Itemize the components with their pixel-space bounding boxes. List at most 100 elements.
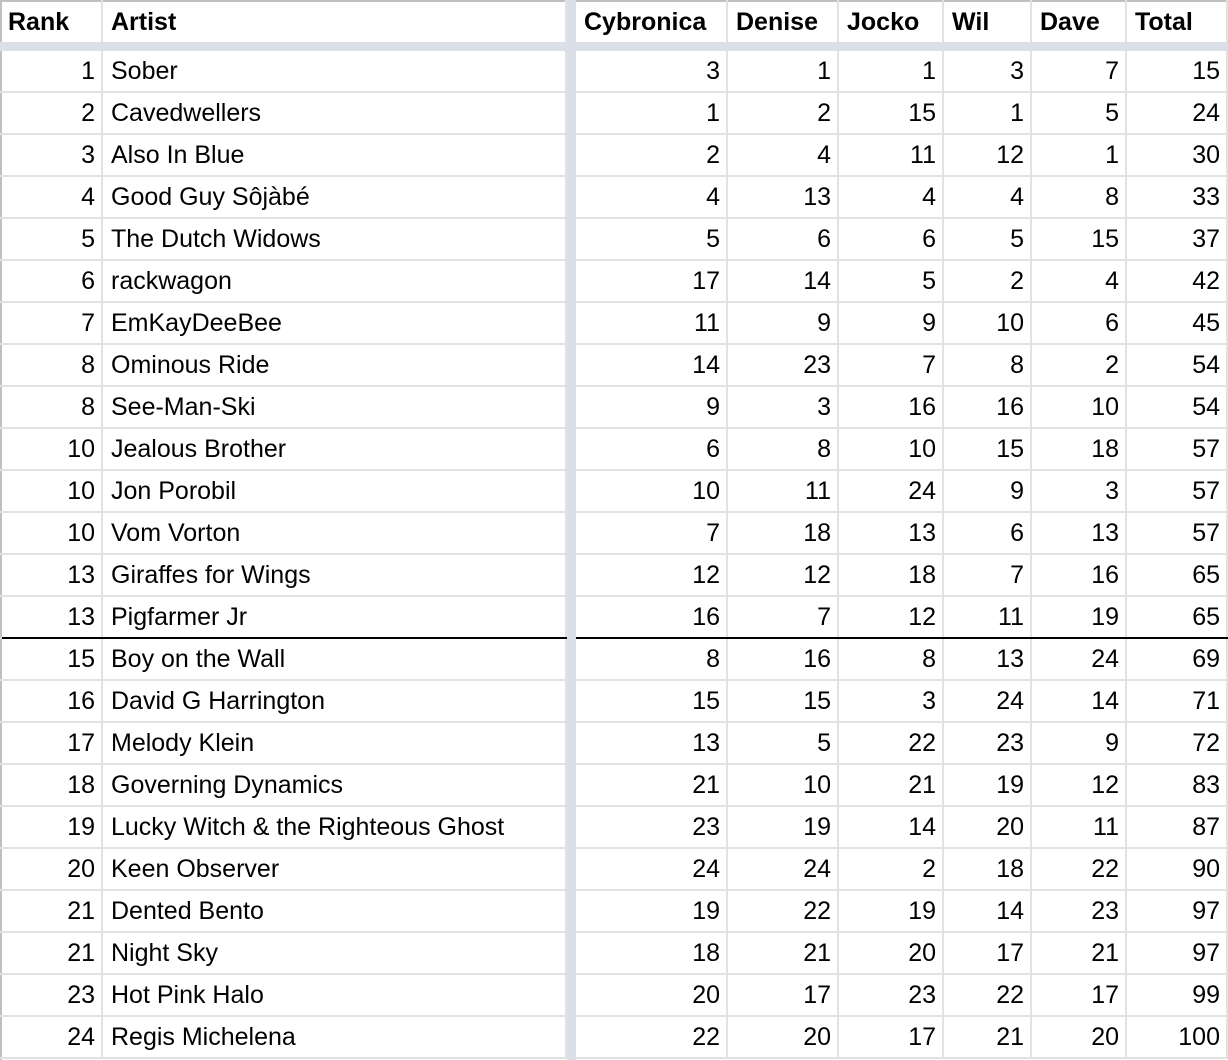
cell-denise[interactable]: 7 — [728, 597, 839, 639]
cell-dave[interactable]: 12 — [1032, 765, 1127, 807]
cell-rank[interactable]: 10 — [0, 513, 103, 555]
cell-dave[interactable]: 21 — [1032, 933, 1127, 975]
cell-jocko[interactable]: 12 — [839, 597, 944, 639]
cell-jocko[interactable]: 24 — [839, 471, 944, 513]
cell-denise[interactable]: 15 — [728, 681, 839, 723]
cell-total[interactable]: 71 — [1127, 681, 1228, 723]
cell-wil[interactable]: 2 — [944, 261, 1032, 303]
cell-jocko[interactable]: 5 — [839, 261, 944, 303]
cell-denise[interactable]: 16 — [728, 639, 839, 681]
cell-dave[interactable]: 9 — [1032, 723, 1127, 765]
cell-dave[interactable]: 15 — [1032, 219, 1127, 261]
cell-cybronica[interactable]: 8 — [576, 639, 728, 681]
cell-total[interactable]: 99 — [1127, 975, 1228, 1017]
cell-total[interactable]: 30 — [1127, 135, 1228, 177]
cell-denise[interactable]: 22 — [728, 891, 839, 933]
cell-rank[interactable]: 18 — [0, 765, 103, 807]
cell-rank[interactable]: 7 — [0, 303, 103, 345]
cell-rank[interactable]: 21 — [0, 933, 103, 975]
cell-wil[interactable]: 17 — [944, 933, 1032, 975]
cell-dave[interactable]: 20 — [1032, 1017, 1127, 1059]
cell-cybronica[interactable]: 12 — [576, 555, 728, 597]
cell-wil[interactable]: 5 — [944, 219, 1032, 261]
cell-jocko[interactable]: 10 — [839, 429, 944, 471]
cell-dave[interactable]: 19 — [1032, 597, 1127, 639]
cell-artist[interactable]: Dented Bento — [103, 891, 567, 933]
cell-artist[interactable]: Regis Michelena — [103, 1017, 567, 1059]
cell-denise[interactable]: 12 — [728, 555, 839, 597]
cell-total[interactable]: 54 — [1127, 387, 1228, 429]
cell-denise[interactable]: 20 — [728, 1017, 839, 1059]
cell-dave[interactable]: 17 — [1032, 975, 1127, 1017]
cell-wil[interactable]: 7 — [944, 555, 1032, 597]
cell-jocko[interactable]: 19 — [839, 891, 944, 933]
cell-wil[interactable]: 1 — [944, 93, 1032, 135]
cell-artist[interactable]: Also In Blue — [103, 135, 567, 177]
cell-denise[interactable]: 11 — [728, 471, 839, 513]
cell-wil[interactable]: 9 — [944, 471, 1032, 513]
cell-denise[interactable]: 10 — [728, 765, 839, 807]
cell-rank[interactable]: 8 — [0, 345, 103, 387]
cell-jocko[interactable]: 3 — [839, 681, 944, 723]
cell-dave[interactable]: 6 — [1032, 303, 1127, 345]
cell-total[interactable]: 45 — [1127, 303, 1228, 345]
cell-denise[interactable]: 21 — [728, 933, 839, 975]
cell-denise[interactable]: 2 — [728, 93, 839, 135]
cell-rank[interactable]: 13 — [0, 555, 103, 597]
cell-wil[interactable]: 13 — [944, 639, 1032, 681]
cell-rank[interactable]: 15 — [0, 639, 103, 681]
cell-rank[interactable]: 13 — [0, 597, 103, 639]
cell-total[interactable]: 15 — [1127, 51, 1228, 93]
cell-total[interactable]: 57 — [1127, 471, 1228, 513]
cell-cybronica[interactable]: 9 — [576, 387, 728, 429]
cell-jocko[interactable]: 1 — [839, 51, 944, 93]
frozen-row-divider[interactable] — [0, 42, 1228, 51]
cell-rank[interactable]: 6 — [0, 261, 103, 303]
cell-rank[interactable]: 4 — [0, 177, 103, 219]
cell-denise[interactable]: 14 — [728, 261, 839, 303]
cell-denise[interactable]: 23 — [728, 345, 839, 387]
cell-rank[interactable]: 23 — [0, 975, 103, 1017]
cell-artist[interactable]: Giraffes for Wings — [103, 555, 567, 597]
cell-cybronica[interactable]: 22 — [576, 1017, 728, 1059]
cell-artist[interactable]: Good Guy Sôjàbé — [103, 177, 567, 219]
cell-artist[interactable]: David G Harrington — [103, 681, 567, 723]
cell-jocko[interactable]: 6 — [839, 219, 944, 261]
cell-total[interactable]: 87 — [1127, 807, 1228, 849]
cell-dave[interactable]: 24 — [1032, 639, 1127, 681]
cell-jocko[interactable]: 16 — [839, 387, 944, 429]
cell-jocko[interactable]: 14 — [839, 807, 944, 849]
cell-rank[interactable]: 20 — [0, 849, 103, 891]
cell-dave[interactable]: 7 — [1032, 51, 1127, 93]
cell-cybronica[interactable]: 19 — [576, 891, 728, 933]
cell-cybronica[interactable]: 5 — [576, 219, 728, 261]
cell-cybronica[interactable]: 16 — [576, 597, 728, 639]
header-artist[interactable]: Artist — [103, 0, 567, 42]
cell-denise[interactable]: 3 — [728, 387, 839, 429]
cell-jocko[interactable]: 11 — [839, 135, 944, 177]
cell-wil[interactable]: 22 — [944, 975, 1032, 1017]
cell-dave[interactable]: 13 — [1032, 513, 1127, 555]
cell-cybronica[interactable]: 1 — [576, 93, 728, 135]
cell-cybronica[interactable]: 18 — [576, 933, 728, 975]
cell-artist[interactable]: Governing Dynamics — [103, 765, 567, 807]
cell-wil[interactable]: 3 — [944, 51, 1032, 93]
cell-total[interactable]: 83 — [1127, 765, 1228, 807]
cell-rank[interactable]: 5 — [0, 219, 103, 261]
cell-cybronica[interactable]: 23 — [576, 807, 728, 849]
cell-jocko[interactable]: 9 — [839, 303, 944, 345]
cell-total[interactable]: 97 — [1127, 891, 1228, 933]
cell-cybronica[interactable]: 17 — [576, 261, 728, 303]
cell-jocko[interactable]: 4 — [839, 177, 944, 219]
cell-wil[interactable]: 11 — [944, 597, 1032, 639]
header-rank[interactable]: Rank — [0, 0, 103, 42]
cell-artist[interactable]: rackwagon — [103, 261, 567, 303]
cell-artist[interactable]: Night Sky — [103, 933, 567, 975]
header-cybronica[interactable]: Cybronica — [576, 0, 728, 42]
cell-rank[interactable]: 1 — [0, 51, 103, 93]
cell-wil[interactable]: 20 — [944, 807, 1032, 849]
cell-dave[interactable]: 11 — [1032, 807, 1127, 849]
frozen-column-divider[interactable] — [567, 0, 576, 1060]
cell-artist[interactable]: Vom Vorton — [103, 513, 567, 555]
cell-dave[interactable]: 3 — [1032, 471, 1127, 513]
